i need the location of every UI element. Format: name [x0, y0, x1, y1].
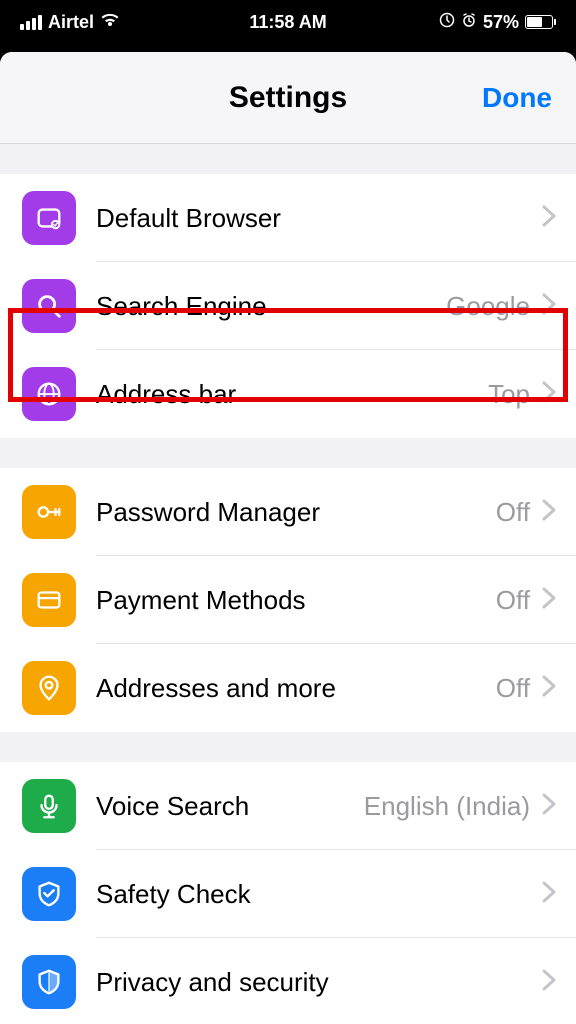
chevron-right-icon: [542, 793, 556, 820]
settings-sheet: Settings Done Default Browser Search Engi…: [0, 52, 576, 1024]
row-label: Search Engine: [96, 291, 267, 322]
settings-row-password-manager[interactable]: Password Manager Off: [0, 468, 576, 556]
settings-row-safety-check[interactable]: Safety Check: [0, 850, 576, 938]
section-gap: [0, 438, 576, 468]
settings-group: Voice Search English (India) Safety Check P…: [0, 762, 576, 1024]
settings-row-privacy-and-security[interactable]: Privacy and security: [0, 938, 576, 1024]
row-label: Addresses and more: [96, 673, 336, 704]
chevron-right-icon: [542, 205, 556, 232]
settings-group: Password ManagerOffPayment MethodsOffAdd…: [0, 468, 576, 732]
shield-icon: [22, 955, 76, 1009]
card-icon: [22, 573, 76, 627]
chevron-right-icon: [542, 293, 556, 320]
browser-icon: [22, 191, 76, 245]
battery-pct: 57%: [483, 12, 519, 33]
section-gap: [0, 144, 576, 174]
row-label: Password Manager: [96, 497, 320, 528]
row-value: Top: [488, 379, 530, 410]
battery-icon: [525, 15, 556, 29]
row-label: Privacy and security: [96, 967, 329, 998]
row-label: Address bar: [96, 379, 236, 410]
shield-check-icon: [22, 867, 76, 921]
settings-group: Default Browser Search Engine Google Addres…: [0, 174, 576, 438]
rotation-lock-icon: [439, 12, 455, 33]
done-button[interactable]: Done: [482, 82, 552, 114]
row-label: Default Browser: [96, 203, 281, 234]
chevron-right-icon: [542, 969, 556, 996]
row-label: Voice Search: [96, 791, 249, 822]
status-time: 11:58 AM: [249, 12, 326, 33]
chevron-right-icon: [542, 499, 556, 526]
alarm-icon: [461, 12, 477, 33]
settings-content: Default Browser Search Engine Google Addres…: [0, 144, 576, 1024]
row-value: Off: [496, 497, 530, 528]
status-bar: Airtel 11:58 AM 57%: [0, 0, 576, 44]
nav-header: Settings Done: [0, 52, 576, 144]
mic-icon: [22, 779, 76, 833]
row-value: English (India): [364, 791, 530, 822]
settings-row-address-bar[interactable]: Address bar Top: [0, 350, 576, 438]
row-label: Safety Check: [96, 879, 251, 910]
status-right: 57%: [439, 12, 556, 33]
search-icon: [22, 279, 76, 333]
row-value: Google: [446, 291, 530, 322]
status-left: Airtel: [20, 12, 120, 33]
settings-row-payment-methods[interactable]: Payment Methods Off: [0, 556, 576, 644]
globe-icon: [22, 367, 76, 421]
section-gap: [0, 732, 576, 762]
row-value: Off: [496, 673, 530, 704]
settings-row-search-engine[interactable]: Search Engine Google: [0, 262, 576, 350]
row-value: Off: [496, 585, 530, 616]
settings-row-addresses-and-more[interactable]: Addresses and more Off: [0, 644, 576, 732]
chevron-right-icon: [542, 587, 556, 614]
settings-row-default-browser[interactable]: Default Browser: [0, 174, 576, 262]
carrier-label: Airtel: [48, 12, 94, 33]
page-title: Settings: [229, 81, 347, 115]
key-icon: [22, 485, 76, 539]
pin-icon: [22, 661, 76, 715]
chevron-right-icon: [542, 675, 556, 702]
row-label: Payment Methods: [96, 585, 306, 616]
settings-row-voice-search[interactable]: Voice Search English (India): [0, 762, 576, 850]
chevron-right-icon: [542, 381, 556, 408]
wifi-icon: [100, 12, 120, 33]
signal-icon: [20, 15, 42, 30]
chevron-right-icon: [542, 881, 556, 908]
